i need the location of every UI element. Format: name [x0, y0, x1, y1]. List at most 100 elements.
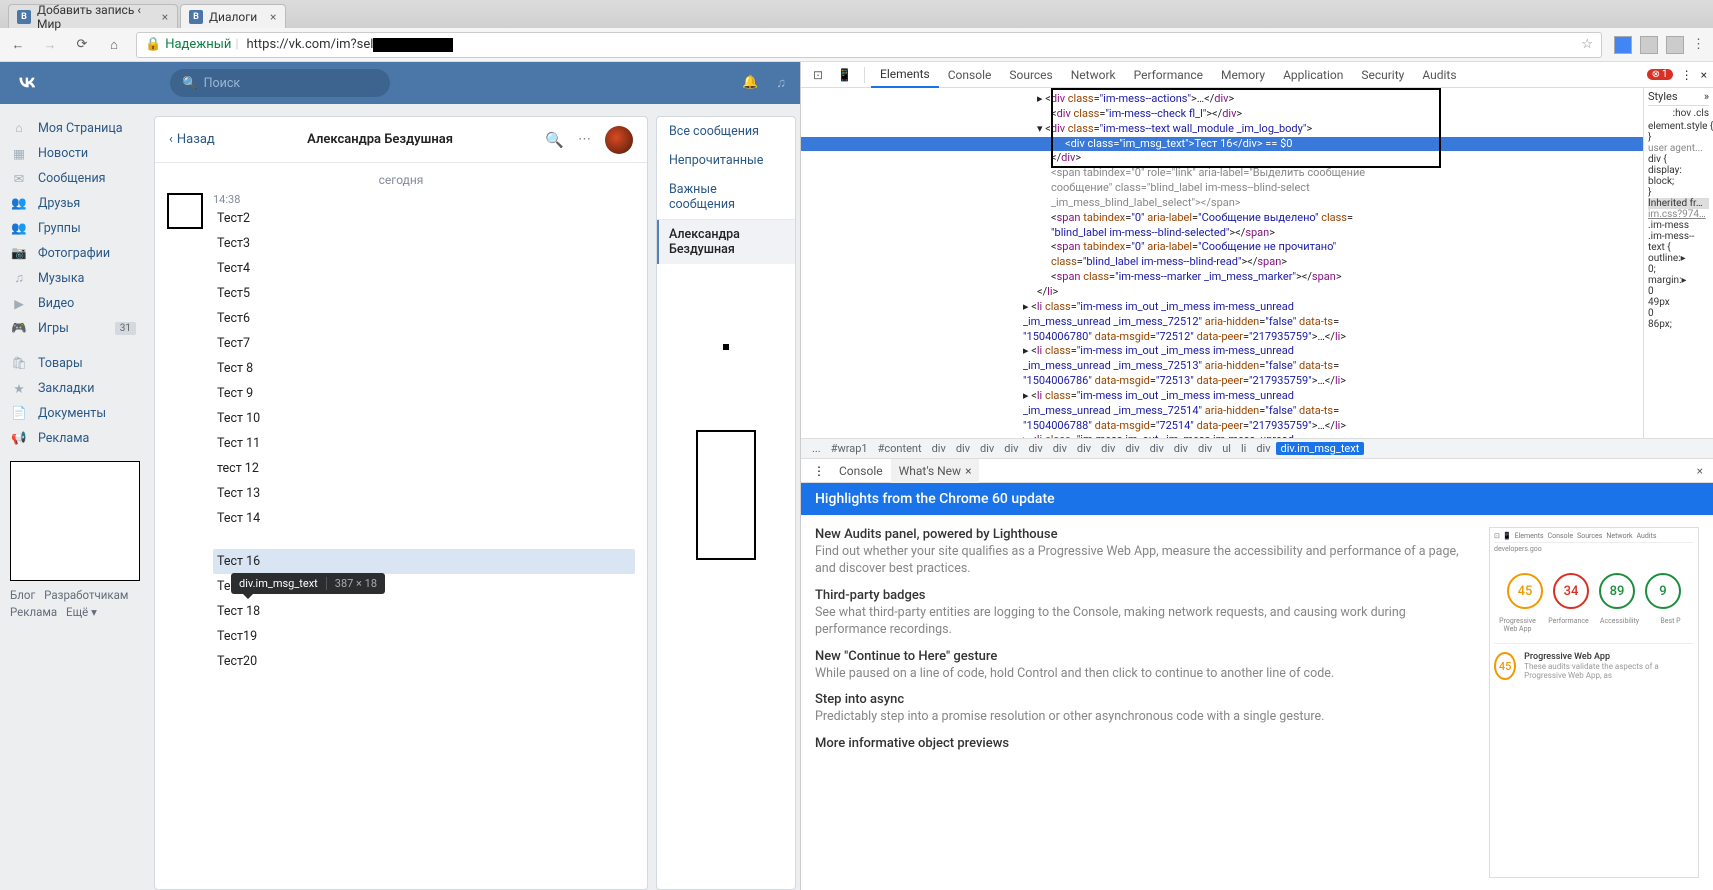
drawer-tab-console[interactable]: Console: [831, 459, 891, 483]
dom-node[interactable]: _im_mess_unread _im_mess_72513" aria-hid…: [801, 359, 1643, 374]
sidebar-item-msg[interactable]: ✉Сообщения: [10, 166, 144, 191]
message-text[interactable]: тест 12: [213, 456, 635, 481]
style-val[interactable]: 0: [1648, 286, 1709, 297]
style-val[interactable]: 0;: [1648, 264, 1709, 275]
dom-node[interactable]: <span tabindex="0" aria-label="Сообщение…: [801, 211, 1643, 226]
message-text[interactable]: Тест2: [213, 206, 635, 231]
forward-button[interactable]: →: [40, 35, 60, 55]
style-prop[interactable]: margin:▸: [1648, 275, 1709, 286]
notifications-icon[interactable]: 🔔: [742, 75, 758, 91]
dom-node[interactable]: "blind_label im-mess--blind-selected"></…: [801, 226, 1643, 241]
search-icon[interactable]: 🔍: [545, 131, 564, 149]
url-input[interactable]: 🔒 Надежный | https://vk.com/im?sel ☆: [136, 32, 1602, 58]
sidebar-item-groups[interactable]: 👥Группы: [10, 216, 144, 241]
message-text[interactable]: Тест 11: [213, 431, 635, 456]
avatar[interactable]: [167, 193, 203, 229]
drawer-tab-whatsnew[interactable]: What's New ×: [891, 459, 980, 483]
sidebar-item-video[interactable]: ▶Видео: [10, 291, 144, 316]
message-text[interactable]: Тест 13: [213, 481, 635, 506]
reload-button[interactable]: ⟳: [72, 35, 92, 55]
filter-item[interactable]: Все сообщения: [657, 117, 795, 146]
footer-link[interactable]: Разработчикам: [44, 588, 128, 602]
crumb[interactable]: ...: [807, 442, 826, 455]
crumb[interactable]: div: [1023, 442, 1047, 455]
dom-node[interactable]: "1504006780" data-msgid="72512" data-pee…: [801, 330, 1643, 345]
style-val[interactable]: 86px;: [1648, 319, 1709, 330]
message-text[interactable]: Тест 8: [213, 356, 635, 381]
devtools-tab-network[interactable]: Network: [1062, 62, 1125, 88]
devtools-tab-memory[interactable]: Memory: [1212, 62, 1274, 88]
crumb[interactable]: div: [975, 442, 999, 455]
dom-node[interactable]: <span tabindex="0" aria-label="Сообщение…: [801, 240, 1643, 255]
footer-link[interactable]: Блог: [10, 588, 35, 602]
devtools-tab-security[interactable]: Security: [1352, 62, 1413, 88]
sidebar-item-ads[interactable]: 📢Реклама: [10, 426, 144, 451]
crumb[interactable]: #content: [873, 442, 927, 455]
message-text[interactable]: Тест4: [213, 256, 635, 281]
crumb[interactable]: li: [1236, 442, 1251, 455]
devtools-tab-performance[interactable]: Performance: [1125, 62, 1212, 88]
error-badge[interactable]: ⊗1: [1647, 69, 1673, 80]
elements-tree[interactable]: ▸ <div class="im-mess--actions">…</div><…: [801, 88, 1643, 438]
dom-node[interactable]: сообщение" class="blind_label im-mess--b…: [801, 181, 1643, 196]
vk-logo-icon[interactable]: [14, 70, 40, 96]
sidebar-item-friends[interactable]: 👥Друзья: [10, 191, 144, 216]
dom-node[interactable]: ▸ <li class="im-mess im_out _im_mess im-…: [801, 389, 1643, 404]
footer-link[interactable]: Ещё ▾: [66, 605, 97, 619]
sidebar-item-games[interactable]: 🎮Игры31: [10, 316, 144, 341]
home-button[interactable]: ⌂: [104, 35, 124, 55]
message-text[interactable]: Тест6: [213, 306, 635, 331]
music-icon[interactable]: ♫: [776, 75, 786, 91]
style-val[interactable]: 0: [1648, 308, 1709, 319]
message-text[interactable]: [213, 531, 635, 549]
extension-icon[interactable]: [1666, 36, 1684, 54]
back-button[interactable]: ‹ Назад: [169, 132, 215, 147]
crumb[interactable]: ul: [1217, 442, 1236, 455]
crumb[interactable]: div: [1120, 442, 1144, 455]
crumb[interactable]: div: [1048, 442, 1072, 455]
dom-node[interactable]: _im_mess_unread _im_mess_72512" aria-hid…: [801, 315, 1643, 330]
more-icon[interactable]: »: [1704, 90, 1709, 103]
crumb[interactable]: div: [1169, 442, 1193, 455]
devtools-tab-sources[interactable]: Sources: [1000, 62, 1061, 88]
sidebar-item-market[interactable]: 🛍Товары: [10, 351, 144, 376]
message-text[interactable]: Тест 10: [213, 406, 635, 431]
crumb[interactable]: div: [1251, 442, 1275, 455]
devtools-tab-audits[interactable]: Audits: [1413, 62, 1465, 88]
close-icon[interactable]: ×: [1701, 68, 1707, 82]
conversation-active[interactable]: Александра Бездушная: [657, 220, 795, 264]
chat-title[interactable]: Александра Бездушная: [215, 132, 546, 147]
more-icon[interactable]: ⋯: [578, 132, 591, 147]
message-text[interactable]: Тест5: [213, 281, 635, 306]
cls-toggle[interactable]: .cls: [1694, 108, 1709, 119]
dom-node[interactable]: ▸ <li class="im-mess im_out _im_mess im-…: [801, 344, 1643, 359]
dom-node[interactable]: <span class="im-mess--marker _im_mess_ma…: [801, 270, 1643, 285]
dom-node[interactable]: <span tabindex="0" role="link" aria-labe…: [801, 166, 1643, 181]
sidebar-item-docs[interactable]: 📄Документы: [10, 401, 144, 426]
style-val[interactable]: 49px: [1648, 297, 1709, 308]
menu-icon[interactable]: ⋮: [1692, 37, 1705, 52]
ad-placeholder[interactable]: [10, 461, 140, 581]
close-icon[interactable]: ×: [159, 11, 171, 23]
style-source[interactable]: im.css?974…: [1648, 209, 1709, 220]
sidebar-item-music[interactable]: ♫Музыка: [10, 266, 144, 291]
message-text[interactable]: Тест 9: [213, 381, 635, 406]
close-icon[interactable]: ×: [965, 464, 971, 478]
devtools-tab-elements[interactable]: Elements: [871, 62, 939, 88]
crumb[interactable]: div: [927, 442, 951, 455]
back-button[interactable]: ←: [8, 35, 28, 55]
crumb[interactable]: div: [1096, 442, 1120, 455]
dom-node[interactable]: class="blind_label im-mess--blind-read">…: [801, 255, 1643, 270]
close-icon[interactable]: ×: [1693, 464, 1707, 478]
breadcrumb[interactable]: ...#wrap1#contentdivdivdivdivdivdivdivdi…: [801, 438, 1713, 458]
styles-tab[interactable]: Styles: [1648, 90, 1678, 103]
message-text[interactable]: Тест7: [213, 331, 635, 356]
browser-tab-2[interactable]: B Диалоги ×: [180, 4, 286, 28]
inspect-icon[interactable]: ⊡: [807, 68, 829, 82]
crumb[interactable]: div.im_msg_text: [1276, 442, 1365, 455]
devtools-tab-application[interactable]: Application: [1274, 62, 1352, 88]
crumb[interactable]: div: [1072, 442, 1096, 455]
footer-link[interactable]: Реклама: [10, 605, 57, 619]
avatar[interactable]: [605, 126, 633, 154]
message-text[interactable]: Тест20: [213, 649, 635, 674]
